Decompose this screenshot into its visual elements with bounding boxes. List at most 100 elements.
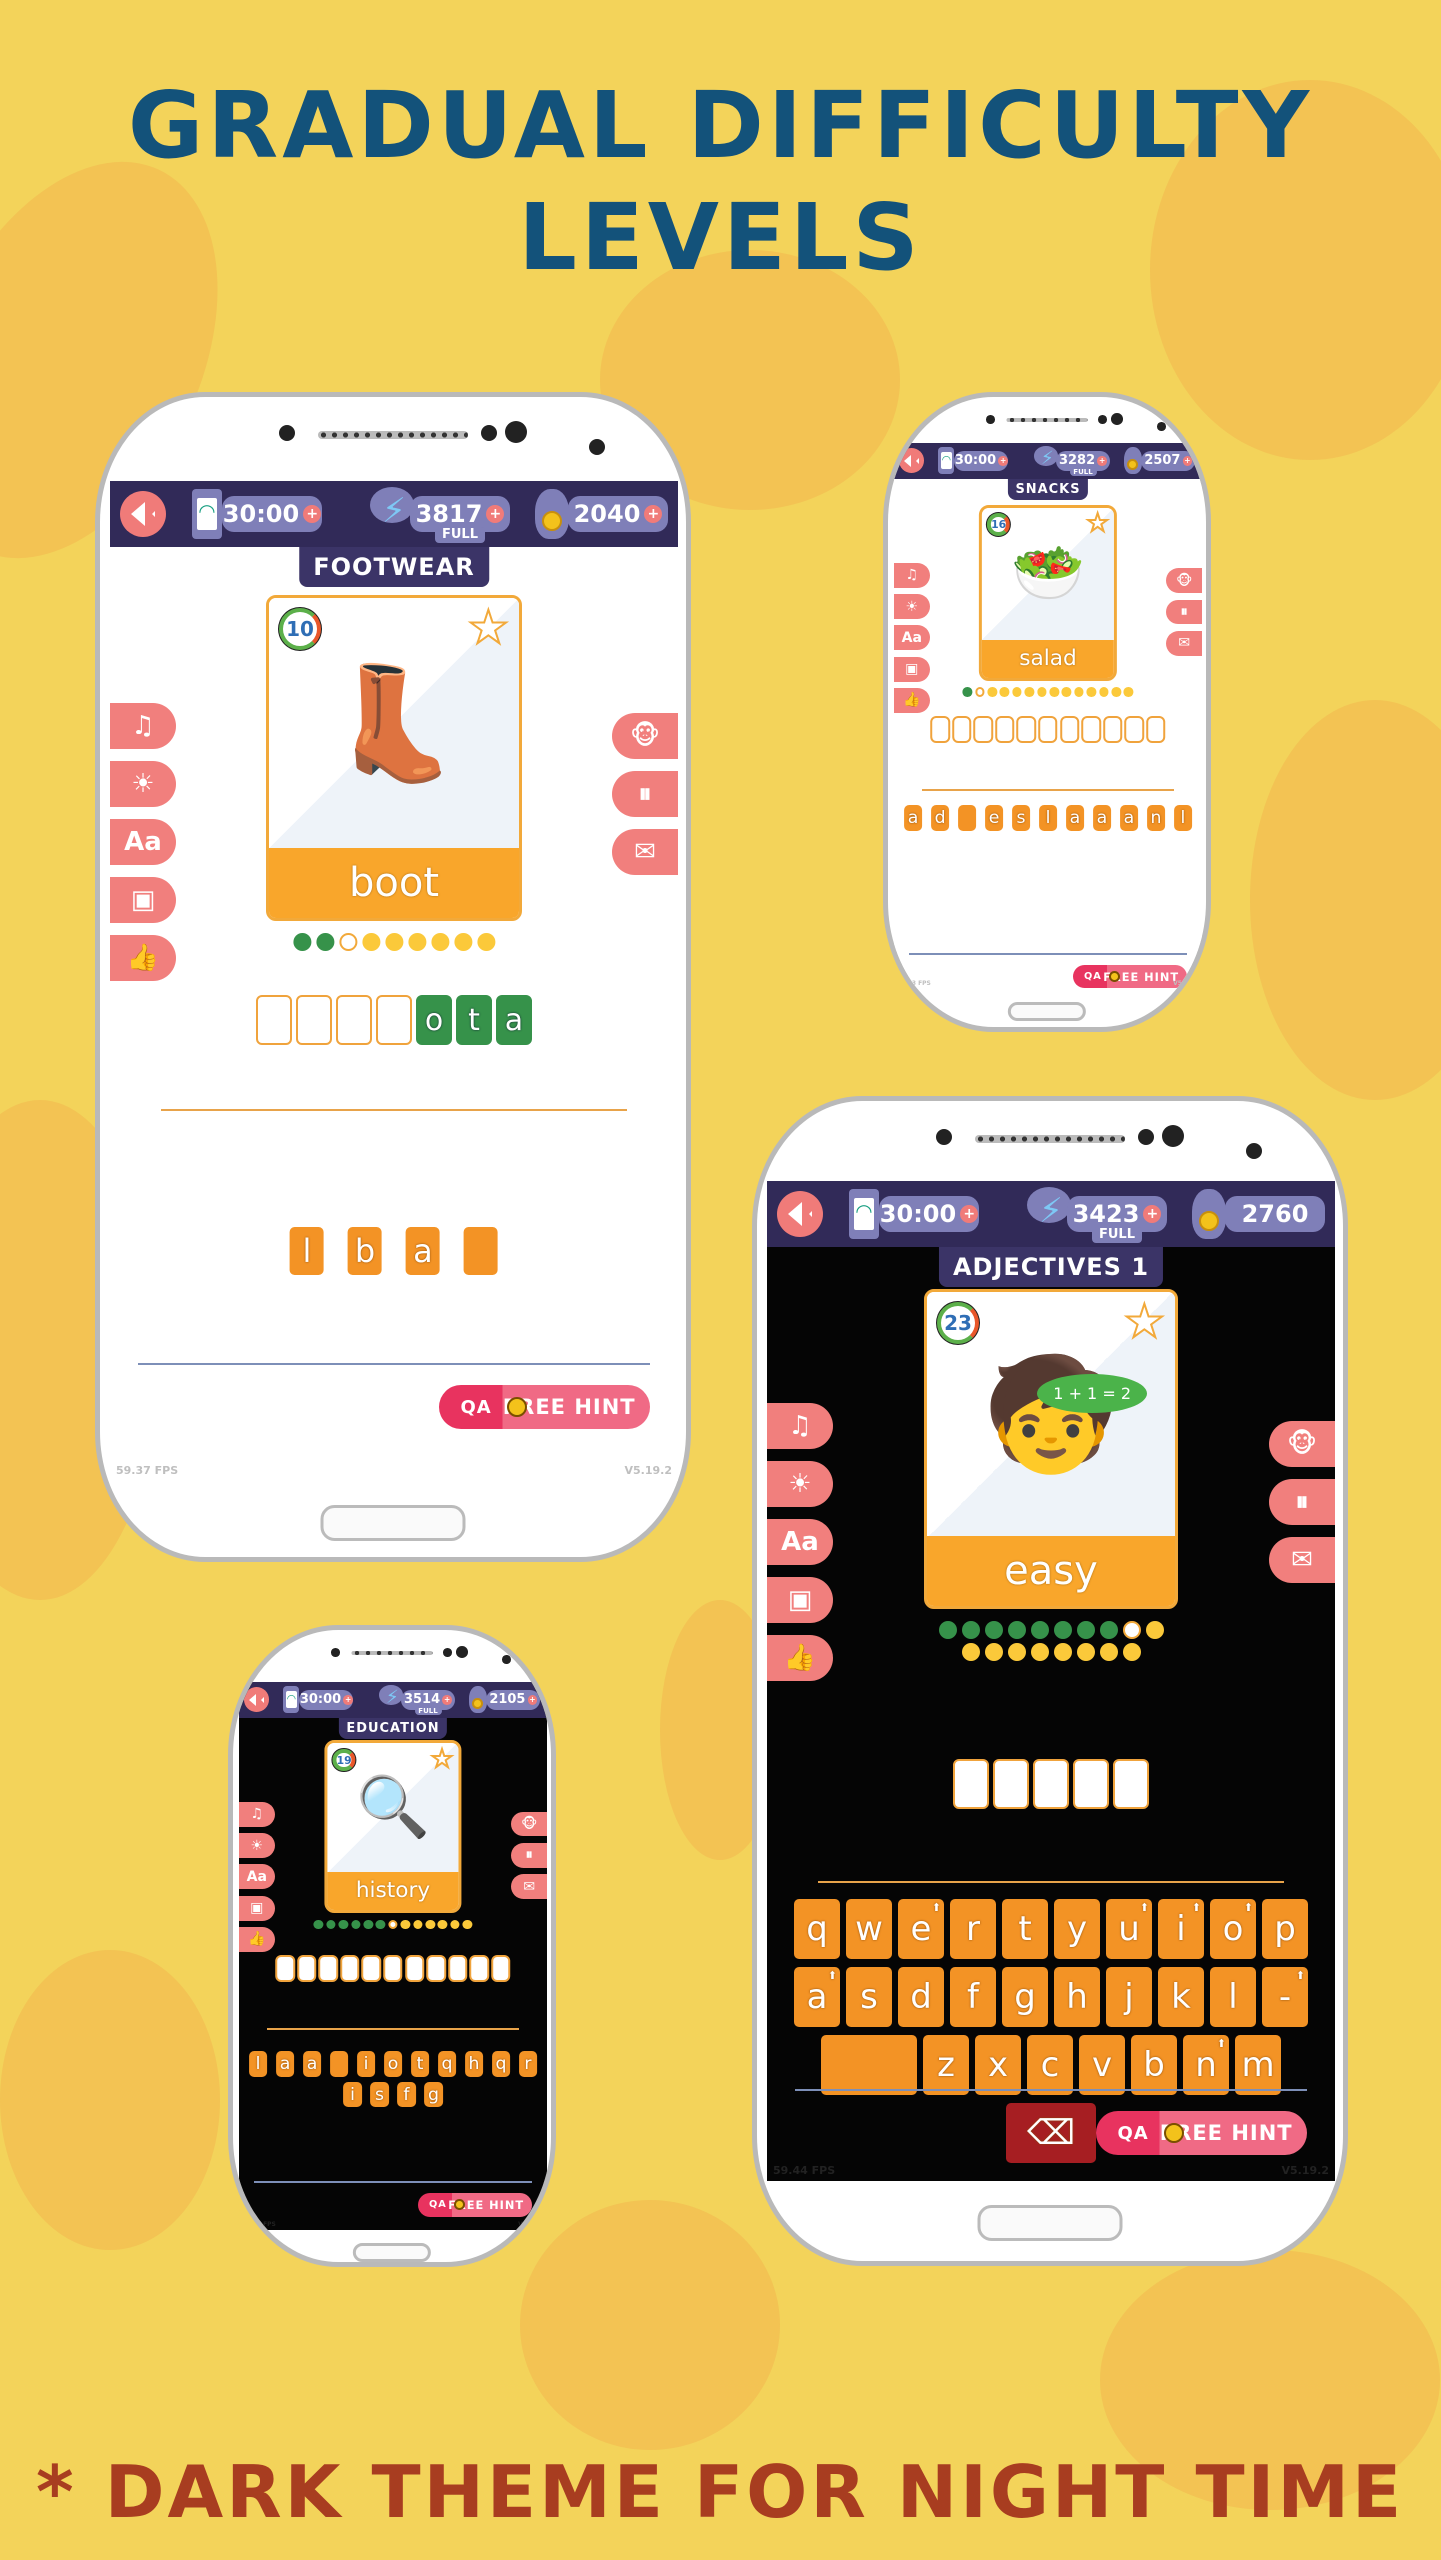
answer-slot[interactable] (318, 1954, 338, 1982)
font-size-button[interactable]: Aa (239, 1864, 275, 1890)
answer-slot[interactable] (256, 995, 292, 1045)
key[interactable]: t (1002, 1899, 1048, 1959)
add-time-button[interactable]: + (960, 1205, 979, 1223)
key[interactable]: m (1235, 2035, 1281, 2095)
key[interactable]: i ⬆ (1158, 1899, 1204, 1959)
answer-slot[interactable] (1113, 1759, 1149, 1809)
answer-slot[interactable] (995, 715, 1015, 743)
key[interactable]: - ⬆ (1262, 1967, 1308, 2027)
answer-slot[interactable] (340, 1954, 360, 1982)
letter-tile[interactable]: a (1065, 804, 1085, 831)
coins-pill[interactable]: 2760 (1225, 1196, 1325, 1232)
letter-tile[interactable] (329, 2051, 349, 2078)
coins-pill[interactable]: 2507 + (1141, 451, 1196, 471)
back-button[interactable] (777, 1191, 823, 1237)
answer-slot[interactable] (1146, 715, 1166, 743)
letter-tile[interactable] (463, 1227, 498, 1275)
key[interactable]: y (1054, 1899, 1100, 1959)
add-energy-button[interactable]: + (1143, 1205, 1162, 1223)
favorite-star-icon[interactable]: ★ (467, 603, 510, 651)
answer-slot[interactable] (491, 1954, 511, 1982)
answer-slot[interactable] (296, 1954, 317, 1982)
key[interactable]: v (1079, 2035, 1125, 2095)
image-button[interactable]: ▣ (767, 1577, 833, 1623)
home-button[interactable] (352, 2242, 432, 2262)
answer-slot[interactable] (448, 1954, 468, 1982)
brightness-button[interactable]: ☀ (894, 594, 930, 619)
answer-slot[interactable] (426, 1954, 446, 1982)
key[interactable]: h (1054, 1967, 1100, 2027)
answer-slot[interactable] (930, 715, 950, 743)
key[interactable]: k (1158, 1967, 1204, 2027)
letter-tile[interactable]: a (275, 2051, 295, 2078)
answer-slot[interactable] (275, 1954, 295, 1982)
letter-tile[interactable]: b (347, 1227, 382, 1275)
answer-slot[interactable] (376, 995, 412, 1045)
brightness-button[interactable]: ☀ (239, 1833, 275, 1858)
letter-tile[interactable]: l (248, 2051, 268, 2078)
thumbs-up-button[interactable]: 👍 (110, 935, 176, 981)
back-button[interactable] (120, 491, 166, 537)
font-size-button[interactable]: Aa (110, 819, 176, 865)
thumbs-up-button[interactable]: 👍 (894, 688, 930, 713)
answer-slot[interactable] (1038, 715, 1058, 743)
letter-tile[interactable]: i (356, 2051, 376, 2078)
key[interactable]: u ⬆ (1106, 1899, 1152, 1959)
free-hint-button[interactable]: QA FREE HINT (1072, 964, 1187, 989)
brightness-button[interactable]: ☀ (110, 761, 176, 807)
add-coins-button[interactable]: + (644, 505, 663, 523)
add-coins-button[interactable]: + (527, 1694, 538, 1705)
letter-tile[interactable]: q (437, 2051, 457, 2078)
letter-tile[interactable]: d (930, 804, 950, 831)
music-mute-button[interactable]: ♫ (110, 703, 176, 749)
image-button[interactable]: ▣ (894, 656, 930, 682)
add-time-button[interactable]: + (998, 455, 1009, 466)
delete-key[interactable]: ⌫ (1006, 2103, 1096, 2163)
add-time-button[interactable]: + (303, 505, 322, 523)
image-button[interactable]: ▣ (110, 877, 176, 923)
pause-button[interactable]: ⏸ (511, 1842, 547, 1868)
letter-tile[interactable]: s (1011, 804, 1031, 831)
answer-slot[interactable] (1103, 715, 1123, 743)
key[interactable]: w (846, 1899, 892, 1959)
home-button[interactable] (977, 2205, 1123, 2241)
letter-tile[interactable]: n (1146, 804, 1166, 831)
letter-tile[interactable]: a (405, 1227, 440, 1275)
answer-slot[interactable]: o (416, 995, 452, 1045)
letter-tile[interactable]: l (1038, 804, 1058, 831)
key[interactable]: x (975, 2035, 1021, 2095)
key[interactable]: r (950, 1899, 996, 1959)
timer-pill[interactable]: 30:00 + (299, 1690, 354, 1710)
home-button[interactable] (320, 1505, 466, 1541)
answer-slot[interactable] (953, 1759, 989, 1809)
coins-pill[interactable]: 2040 + (568, 496, 668, 532)
free-hint-button[interactable]: QA FREE HINT (417, 2192, 532, 2217)
key[interactable]: j (1106, 1967, 1152, 2027)
letter-tile[interactable]: h (464, 2051, 484, 2078)
letter-tile[interactable]: i (343, 2081, 362, 2108)
answer-slot[interactable] (951, 715, 972, 743)
key[interactable]: g (1002, 1967, 1048, 2027)
key[interactable]: f (950, 1967, 996, 2027)
answer-slot[interactable] (383, 1954, 403, 1982)
letter-tile[interactable]: a (1092, 804, 1112, 831)
back-button[interactable] (899, 448, 925, 474)
free-hint-button[interactable]: QA FREE HINT (439, 1385, 650, 1429)
key[interactable]: l (1210, 1967, 1256, 2027)
add-energy-button[interactable]: + (486, 505, 505, 523)
answer-slot[interactable] (1033, 1759, 1069, 1809)
answer-slot[interactable]: a (496, 995, 532, 1045)
letter-tile[interactable]: e (984, 804, 1004, 831)
key[interactable]: e ⬆ (898, 1899, 944, 1959)
answer-slot[interactable] (361, 1954, 382, 1982)
answer-slot[interactable] (1073, 1759, 1109, 1809)
timer-pill[interactable]: 30:00 + (222, 496, 322, 532)
monkey-face-button[interactable]: 🐵 (511, 1811, 547, 1837)
letter-tile[interactable]: l (289, 1227, 324, 1275)
letter-tile[interactable]: t (410, 2051, 430, 2078)
letter-tile[interactable]: q (491, 2051, 511, 2078)
answer-slot[interactable]: t (456, 995, 492, 1045)
music-mute-button[interactable]: ♫ (767, 1403, 833, 1449)
monkey-face-button[interactable]: 🐵 (1166, 568, 1202, 594)
thumbs-up-button[interactable]: 👍 (239, 1927, 275, 1952)
